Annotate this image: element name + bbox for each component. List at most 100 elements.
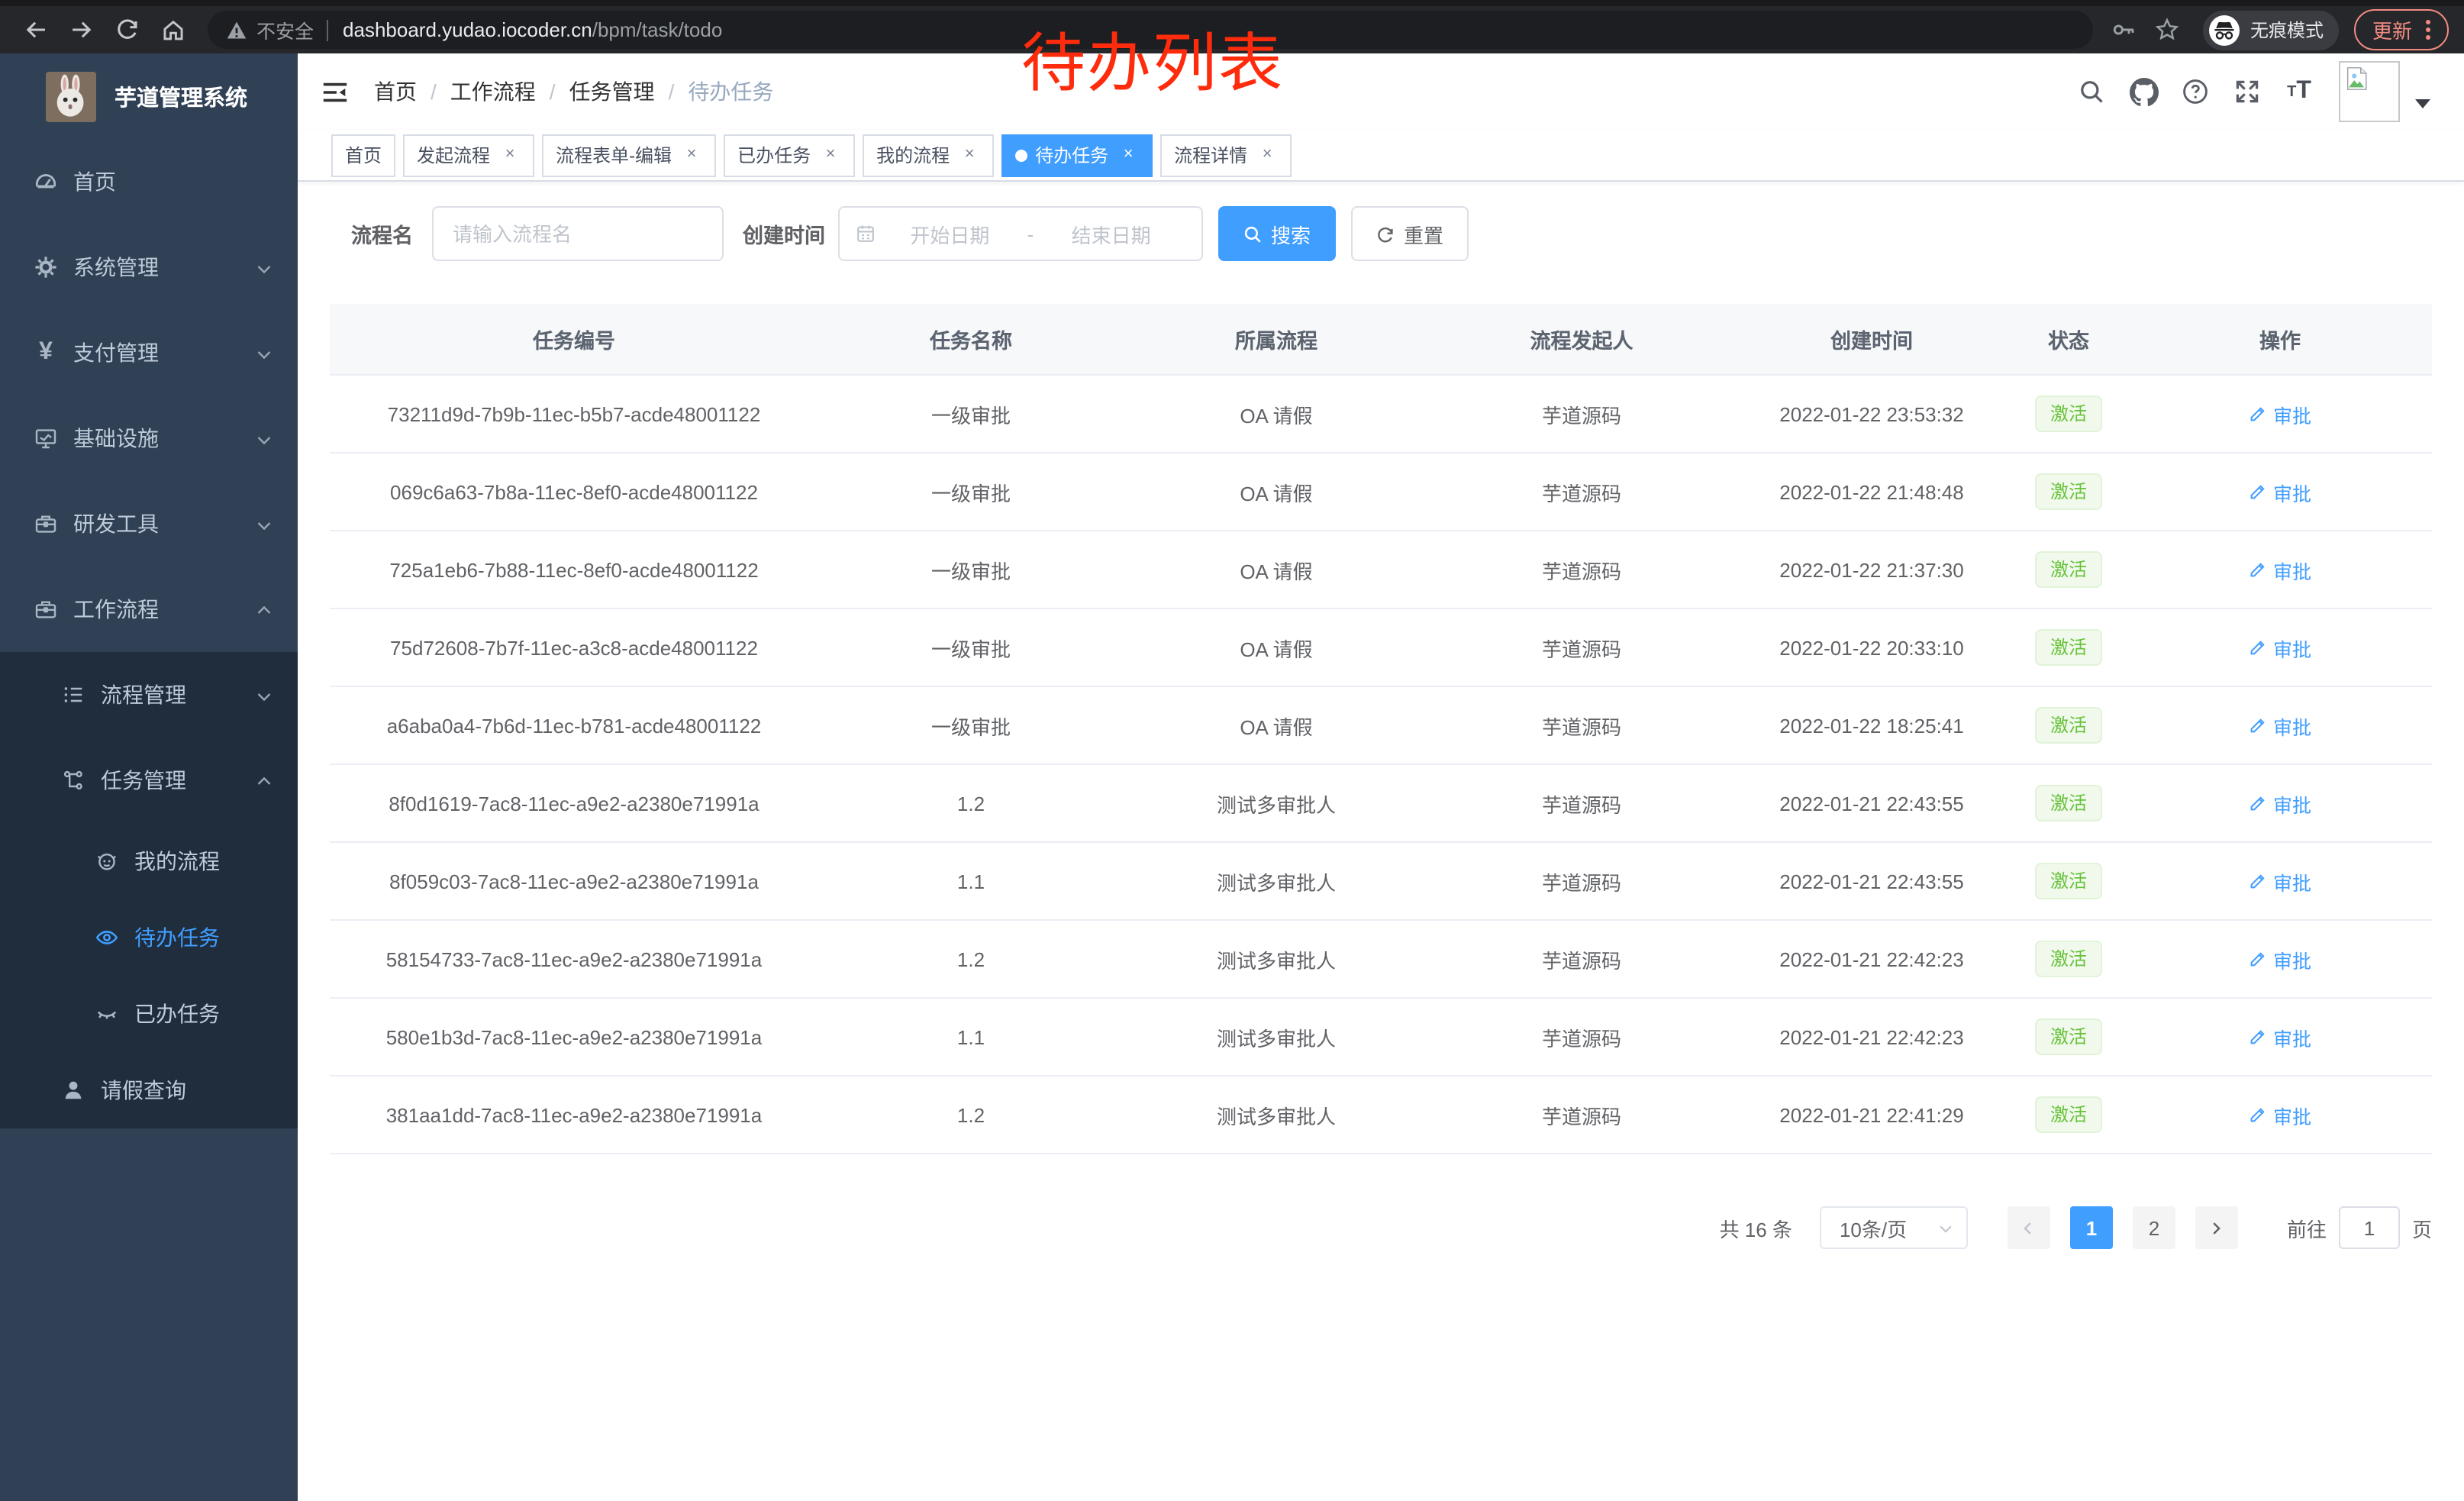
help-icon[interactable] (2174, 69, 2217, 115)
breadcrumb-item[interactable]: 首页 (374, 76, 417, 107)
reload-icon[interactable] (107, 10, 147, 50)
github-icon[interactable] (2122, 69, 2165, 115)
page-button-2[interactable]: 2 (2133, 1206, 2175, 1249)
reset-button[interactable]: 重置 (1350, 206, 1468, 261)
approve-link[interactable]: 审批 (2249, 633, 2311, 662)
browser-menu-icon[interactable] (2426, 18, 2430, 41)
tab-start-process[interactable]: 发起流程× (403, 134, 534, 176)
create-time-label: 创建时间 (743, 218, 825, 249)
pen-icon (2249, 716, 2267, 734)
tab-done-tasks[interactable]: 已办任务× (724, 134, 855, 176)
approve-link[interactable]: 审批 (2249, 711, 2311, 740)
approve-link[interactable]: 审批 (2249, 555, 2311, 584)
page-suffix: 页 (2412, 1213, 2432, 1242)
app: 芋道管理系统 首页 系统管理 ¥ 支付管理 基础设施 (0, 53, 2464, 1501)
cell-create-time: 2022-01-21 22:43:55 (1734, 764, 2009, 842)
next-page-button[interactable] (2195, 1206, 2238, 1249)
tab-my-process[interactable]: 我的流程× (863, 134, 994, 176)
key-icon[interactable] (2105, 10, 2145, 50)
table-row: a6aba0a4-7b6d-11ec-b781-acde48001122 一级审… (330, 686, 2432, 764)
sidebar-item-infrastructure[interactable]: 基础设施 (0, 395, 298, 481)
close-icon[interactable]: × (1256, 144, 1278, 166)
yen-icon: ¥ (34, 339, 58, 366)
approve-link[interactable]: 审批 (2249, 1100, 2311, 1129)
avatar[interactable] (2339, 61, 2400, 122)
approve-link[interactable]: 审批 (2249, 399, 2311, 428)
status-badge: 激活 (2035, 629, 2102, 666)
search-button[interactable]: 搜索 (1217, 206, 1335, 261)
breadcrumb-separator: / (550, 79, 556, 104)
close-icon[interactable]: × (820, 144, 841, 166)
sidebar-logo[interactable]: 芋道管理系统 (0, 53, 298, 139)
close-icon[interactable]: × (499, 144, 521, 166)
search-button-label: 搜索 (1271, 219, 1311, 248)
breadcrumb: 首页 / 工作流程 / 任务管理 / 待办任务 (374, 76, 773, 107)
back-icon[interactable] (15, 10, 55, 50)
cell-process: OA 请假 (1124, 375, 1429, 453)
sidebar-item-done-tasks[interactable]: 已办任务 (0, 976, 298, 1052)
cell-task-id: 381aa1dd-7ac8-11ec-a9e2-a2380e71991a (330, 1076, 818, 1154)
update-label: 更新 (2372, 15, 2412, 44)
process-name-input[interactable] (431, 206, 723, 261)
table-row: 8f0d1619-7ac8-11ec-a9e2-a2380e71991a 1.2… (330, 764, 2432, 842)
breadcrumb-item[interactable]: 任务管理 (569, 76, 655, 107)
approve-link[interactable]: 审批 (2249, 867, 2311, 896)
home-icon[interactable] (153, 10, 192, 50)
approve-link[interactable]: 审批 (2249, 789, 2311, 818)
cell-task-name: 一级审批 (818, 453, 1124, 531)
prev-page-button[interactable] (2008, 1206, 2050, 1249)
cell-starter: 芋道源码 (1429, 920, 1734, 998)
sidebar-item-my-process[interactable]: 我的流程 (0, 823, 298, 899)
sidebar-item-home[interactable]: 首页 (0, 139, 298, 224)
omnibox-divider (326, 19, 327, 40)
sidebar-item-leave-query[interactable]: 请假查询 (0, 1052, 298, 1128)
page-button-1[interactable]: 1 (2070, 1206, 2113, 1249)
chevron-left-icon (2021, 1219, 2037, 1236)
close-icon[interactable]: × (959, 144, 980, 166)
date-range-picker[interactable]: 开始日期 - 结束日期 (837, 206, 1202, 261)
status-badge: 激活 (2035, 473, 2102, 510)
col-task-id: 任务编号 (330, 304, 818, 375)
cell-task-id: 8f059c03-7ac8-11ec-a9e2-a2380e71991a (330, 842, 818, 920)
url-path: /bpm/task/todo (592, 18, 723, 41)
tab-form-edit[interactable]: 流程表单-编辑× (542, 134, 716, 176)
sidebar-item-workflow[interactable]: 工作流程 (0, 567, 298, 652)
cell-task-name: 一级审批 (818, 375, 1124, 453)
tab-process-detail[interactable]: 流程详情× (1160, 134, 1292, 176)
table-row: 580e1b3d-7ac8-11ec-a9e2-a2380e71991a 1.1… (330, 998, 2432, 1076)
cell-task-id: a6aba0a4-7b6d-11ec-b781-acde48001122 (330, 686, 818, 764)
bookmark-star-icon[interactable] (2148, 10, 2188, 50)
avatar-caret-icon[interactable] (2415, 99, 2430, 108)
search-icon[interactable] (2070, 69, 2113, 115)
approve-link[interactable]: 审批 (2249, 944, 2311, 973)
sidebar-item-process-mgmt[interactable]: 流程管理 (0, 652, 298, 738)
sidebar-item-system[interactable]: 系统管理 (0, 224, 298, 310)
sidebar-item-todo-tasks[interactable]: 待办任务 (0, 899, 298, 976)
close-icon[interactable]: × (1118, 144, 1139, 166)
tab-home[interactable]: 首页 (331, 134, 395, 176)
fullscreen-icon[interactable] (2226, 69, 2269, 115)
approve-link[interactable]: 审批 (2249, 1022, 2311, 1051)
sidebar-collapse-icon[interactable] (321, 77, 350, 106)
goto-page-input[interactable] (2339, 1206, 2400, 1249)
select-caret-icon (1937, 1219, 1954, 1236)
breadcrumb-item[interactable]: 工作流程 (450, 76, 536, 107)
app-header: 首页 / 工作流程 / 任务管理 / 待办任务 (298, 53, 2464, 130)
sidebar-item-payment[interactable]: ¥ 支付管理 (0, 310, 298, 395)
approve-link[interactable]: 审批 (2249, 477, 2311, 506)
cell-starter: 芋道源码 (1429, 375, 1734, 453)
cell-task-id: 069c6a63-7b8a-11ec-8ef0-acde48001122 (330, 453, 818, 531)
org-tree-icon (61, 768, 85, 792)
cell-starter: 芋道源码 (1429, 764, 1734, 842)
cell-task-id: 75d72608-7b7f-11ec-a3c8-acde48001122 (330, 608, 818, 686)
font-size-icon[interactable]: TT (2278, 69, 2320, 115)
sidebar-item-task-mgmt[interactable]: 任务管理 (0, 738, 298, 823)
update-button[interactable]: 更新 (2354, 9, 2449, 50)
col-task-name: 任务名称 (818, 304, 1124, 375)
pen-icon (2249, 1028, 2267, 1046)
tab-todo-tasks[interactable]: 待办任务× (1001, 134, 1153, 176)
page-size-select[interactable]: 10条/页 (1820, 1206, 1968, 1249)
close-icon[interactable]: × (681, 144, 702, 166)
forward-icon[interactable] (61, 10, 101, 50)
sidebar-item-devtools[interactable]: 研发工具 (0, 481, 298, 567)
